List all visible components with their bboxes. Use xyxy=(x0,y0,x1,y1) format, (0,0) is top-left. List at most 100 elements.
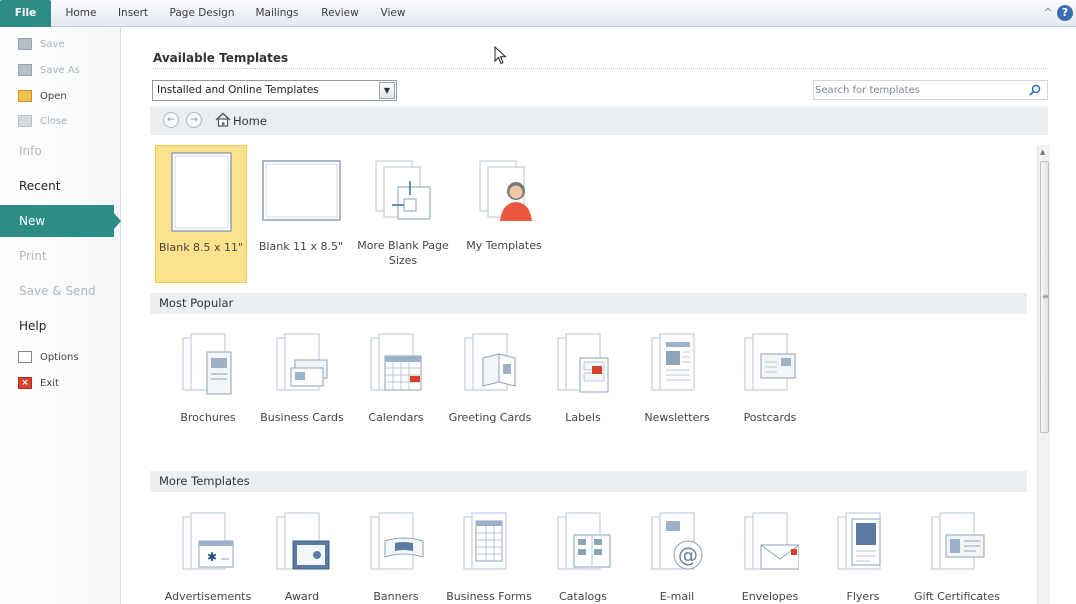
category-label: Newsletters xyxy=(644,411,710,424)
nav-tab-help[interactable]: Help xyxy=(0,310,121,342)
labels-icon xyxy=(557,333,609,393)
category-label: E-mail xyxy=(659,590,695,603)
category-label: Calendars xyxy=(368,411,424,424)
category-label: Advertisements xyxy=(164,590,252,603)
business-cards-icon xyxy=(276,333,328,391)
category-label: Postcards xyxy=(743,411,797,424)
category-greeting-cards[interactable]: Greeting Cards xyxy=(440,332,540,432)
category-label: Banners xyxy=(373,590,419,603)
ribbon-tab-bar: File Home Insert Page Design Mailings Re… xyxy=(0,0,1076,27)
category-catalogs[interactable]: Catalogs xyxy=(538,511,628,604)
category-label: Labels xyxy=(565,411,601,424)
newsletters-icon xyxy=(651,333,695,391)
category-label: Greeting Cards xyxy=(448,411,532,424)
minimize-ribbon-icon[interactable]: ^ xyxy=(1040,5,1056,21)
brochures-icon xyxy=(182,333,232,395)
options-command[interactable]: Options xyxy=(18,349,79,365)
business-forms-icon xyxy=(463,512,507,570)
nav-tab-save-send[interactable]: Save & Send xyxy=(0,275,121,307)
award-icon xyxy=(276,512,330,570)
category-label: Award xyxy=(284,590,320,603)
chevron-down-icon[interactable]: ▼ xyxy=(379,82,395,99)
nav-tab-info[interactable]: Info xyxy=(0,135,121,167)
advertisements-icon: ✱ xyxy=(182,512,234,570)
category-label: Envelopes xyxy=(741,590,799,603)
template-blank-portrait[interactable]: Blank 8.5 x 11" xyxy=(155,145,247,283)
template-label: My Templates xyxy=(466,239,542,252)
svg-text:@: @ xyxy=(678,543,698,567)
banners-icon xyxy=(370,512,424,570)
save-as-command[interactable]: Save As xyxy=(18,62,80,78)
help-icon[interactable]: ? xyxy=(1057,5,1073,21)
tab-file[interactable]: File xyxy=(0,0,51,27)
category-newsletters[interactable]: Newsletters xyxy=(627,332,727,432)
open-command[interactable]: Open xyxy=(18,88,67,104)
category-label: Flyers xyxy=(846,590,880,603)
svg-text:✱: ✱ xyxy=(207,550,217,564)
home-icon[interactable] xyxy=(215,112,231,127)
category-award[interactable]: Award xyxy=(257,511,347,604)
category-flyers[interactable]: Flyers xyxy=(818,511,908,604)
category-postcards[interactable]: Postcards xyxy=(725,332,815,432)
template-search-box[interactable] xyxy=(813,80,1048,100)
calendar-icon xyxy=(370,333,422,391)
gallery-scrollbar[interactable]: ▲ ≡ xyxy=(1037,145,1050,604)
save-label: Save xyxy=(40,38,65,50)
email-icon: @ xyxy=(651,512,703,570)
back-arrow-icon[interactable]: ← xyxy=(163,112,179,128)
breadcrumb-home[interactable]: Home xyxy=(233,114,267,128)
category-email[interactable]: @ E-mail xyxy=(627,511,727,604)
nav-tab-new[interactable]: New xyxy=(0,205,121,237)
grip-icon: ≡ xyxy=(1042,292,1049,301)
category-business-forms[interactable]: Business Forms xyxy=(439,511,539,604)
save-as-icon xyxy=(18,64,32,76)
category-gift-certificates[interactable]: Gift Certificates xyxy=(907,511,1007,604)
close-label: Close xyxy=(40,115,68,127)
category-brochures[interactable]: Brochures xyxy=(163,332,253,432)
tab-insert[interactable]: Insert xyxy=(112,0,154,27)
forward-arrow-icon[interactable]: → xyxy=(186,112,202,128)
tab-mailings[interactable]: Mailings xyxy=(250,0,304,27)
category-labels[interactable]: Labels xyxy=(538,332,628,432)
template-label: More Blank Page Sizes xyxy=(357,239,449,267)
save-command[interactable]: Save xyxy=(18,36,65,52)
category-label: Business Forms xyxy=(446,590,532,603)
category-label: Catalogs xyxy=(559,590,607,603)
section-most-popular[interactable]: Most Popular xyxy=(150,293,1027,314)
template-navigation-bar: ← → Home xyxy=(150,106,1048,135)
category-advertisements[interactable]: ✱ Advertisements xyxy=(158,511,258,604)
search-input[interactable] xyxy=(815,82,1015,99)
template-source-dropdown[interactable]: Installed and Online Templates ▼ xyxy=(152,80,397,101)
template-more-blank-sizes[interactable]: More Blank Page Sizes xyxy=(355,145,451,283)
available-templates-heading: Available Templates xyxy=(153,51,289,65)
greeting-cards-icon xyxy=(464,333,516,391)
tab-view[interactable]: View xyxy=(375,0,411,27)
folder-open-icon xyxy=(18,90,32,102)
dropdown-value: Installed and Online Templates xyxy=(157,84,319,96)
section-more-templates[interactable]: More Templates xyxy=(150,471,1027,492)
category-calendars[interactable]: Calendars xyxy=(351,332,441,432)
postcards-icon xyxy=(744,333,796,391)
search-icon[interactable] xyxy=(1029,84,1041,96)
template-my-templates[interactable]: My Templates xyxy=(459,145,549,283)
tab-home[interactable]: Home xyxy=(58,0,104,27)
blank-portrait-icon xyxy=(171,152,232,232)
template-label: Blank 11 x 8.5" xyxy=(258,240,344,253)
template-blank-landscape[interactable]: Blank 11 x 8.5" xyxy=(255,145,347,283)
close-command[interactable]: Close xyxy=(18,113,67,129)
category-business-cards[interactable]: Business Cards xyxy=(252,332,352,432)
nav-tab-recent[interactable]: Recent xyxy=(0,170,121,202)
scroll-up-arrow-icon[interactable]: ▲ xyxy=(1040,148,1045,156)
template-gallery: Blank 8.5 x 11" Blank 11 x 8.5" More Bla… xyxy=(150,140,1037,604)
tab-page-design[interactable]: Page Design xyxy=(165,0,239,27)
category-banners[interactable]: Banners xyxy=(346,511,446,604)
nav-tab-print[interactable]: Print xyxy=(0,240,121,272)
category-envelopes[interactable]: Envelopes xyxy=(725,511,815,604)
envelopes-icon xyxy=(744,512,799,570)
tab-review[interactable]: Review xyxy=(316,0,364,27)
scrollbar-thumb[interactable]: ≡ xyxy=(1040,161,1049,433)
save-icon xyxy=(18,38,32,50)
exit-command[interactable]: × Exit xyxy=(18,375,59,391)
flyers-icon xyxy=(837,512,881,570)
exit-icon: × xyxy=(18,377,32,389)
